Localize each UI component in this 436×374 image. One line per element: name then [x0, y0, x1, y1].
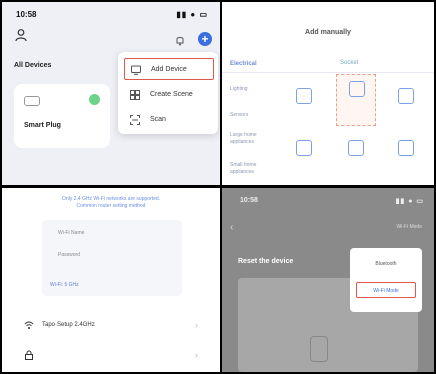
page-title: Reset the device [238, 258, 294, 265]
chevron-right-icon: › [195, 320, 198, 330]
password-field[interactable]: Password [58, 252, 80, 258]
back-arrow-icon[interactable]: ‹ [230, 222, 233, 233]
bluetooth-mode-option[interactable]: Bluetooth [356, 256, 416, 272]
device-tile[interactable] [284, 134, 324, 185]
section-title: All Devices [14, 62, 52, 69]
menu-item-label: Scan [150, 116, 166, 123]
user-icon[interactable] [14, 28, 28, 42]
status-time: 10:58 [240, 197, 258, 204]
wifi-setup-panel: Only 2.4 GHz Wi-Fi networks are supporte… [2, 188, 220, 372]
plug-icon [24, 96, 40, 106]
chevron-right-icon: › [195, 350, 198, 360]
socket-icon [296, 88, 312, 104]
category-item[interactable]: Large home appliances [230, 132, 264, 146]
menu-item-label: Create Scene [150, 91, 193, 98]
add-manually-panel: Add manually Electrical Socket Lighting … [222, 2, 434, 185]
divider [222, 72, 434, 73]
wifi-band-hint: Wi-Fi: 5 GHz [50, 282, 79, 288]
device-icon [131, 65, 141, 75]
reset-device-panel: 10:58 ▮▮ ● ▭ ‹ Wi-Fi Mode Reset the devi… [222, 188, 434, 372]
wifi-form: Wi-Fi Name Password Wi-Fi: 5 GHz [42, 220, 182, 296]
wifi-network-row[interactable]: Tapo·Setup 2.4GHz › [16, 316, 206, 336]
scan-menu-item[interactable]: Scan [124, 109, 214, 131]
add-device-menu-item[interactable]: Add Device [124, 58, 214, 80]
category-item[interactable]: Lighting [230, 86, 264, 93]
socket-icon [296, 140, 312, 156]
bell-icon[interactable] [174, 34, 186, 46]
wifi-network-row[interactable]: › [16, 346, 206, 366]
device-tile[interactable] [336, 134, 376, 185]
device-tile[interactable] [284, 82, 324, 134]
device-card[interactable]: Smart Plug [14, 84, 110, 148]
status-bar: 10:58 ▮▮ ● ▭ [2, 2, 220, 22]
mode-switch-label[interactable]: Wi-Fi Mode [396, 224, 422, 230]
category-item[interactable]: Sensors [230, 112, 264, 119]
home-screen-panel: 10:58 ▮▮ ● ▭ + All Devices Smart Plug Ad… [2, 2, 220, 185]
plug-icon [349, 81, 365, 97]
status-time: 10:58 [16, 10, 37, 19]
add-plus-button[interactable]: + [198, 32, 212, 46]
wifi-mode-option[interactable]: Wi-Fi Mode [356, 282, 416, 298]
wifi-tip[interactable]: Only 2.4 GHz Wi-Fi networks are supporte… [2, 196, 220, 210]
menu-item-label: Add Device [151, 66, 187, 73]
device-tile[interactable] [386, 82, 426, 134]
device-name: Smart Plug [24, 122, 61, 129]
status-bar: 10:58 ▮▮ ● ▭ [222, 188, 434, 208]
status-icons: ▮▮ ● ▭ [395, 198, 424, 205]
scene-icon [130, 90, 140, 100]
online-status-icon [89, 94, 100, 105]
mode-popup: Bluetooth Wi-Fi Mode [350, 248, 422, 312]
add-menu: Add Device Create Scene Scan [118, 52, 218, 134]
wifi-icon [24, 321, 34, 329]
create-scene-menu-item[interactable]: Create Scene [124, 84, 214, 106]
wifi-name-field[interactable]: Wi-Fi Name [58, 230, 84, 236]
device-tile[interactable] [386, 134, 426, 185]
socket-icon [348, 140, 364, 156]
scan-icon [130, 115, 140, 125]
device-tile-selected[interactable] [336, 74, 376, 126]
page-title: Add manually [305, 29, 351, 36]
plug-socket-icon [310, 336, 328, 362]
lock-icon [25, 350, 33, 360]
subcategory-label: Socket [340, 60, 359, 66]
socket-icon [398, 140, 414, 156]
tutorial-collage: 10:58 ▮▮ ● ▭ + All Devices Smart Plug Ad… [0, 0, 436, 374]
socket-icon [398, 88, 414, 104]
category-item[interactable]: Small home appliances [230, 162, 264, 176]
wifi-network-label: Tapo·Setup 2.4GHz [42, 322, 95, 328]
category-tab-active[interactable]: Electrical [230, 61, 257, 67]
status-icons: ▮▮ ● ▭ [176, 10, 208, 19]
